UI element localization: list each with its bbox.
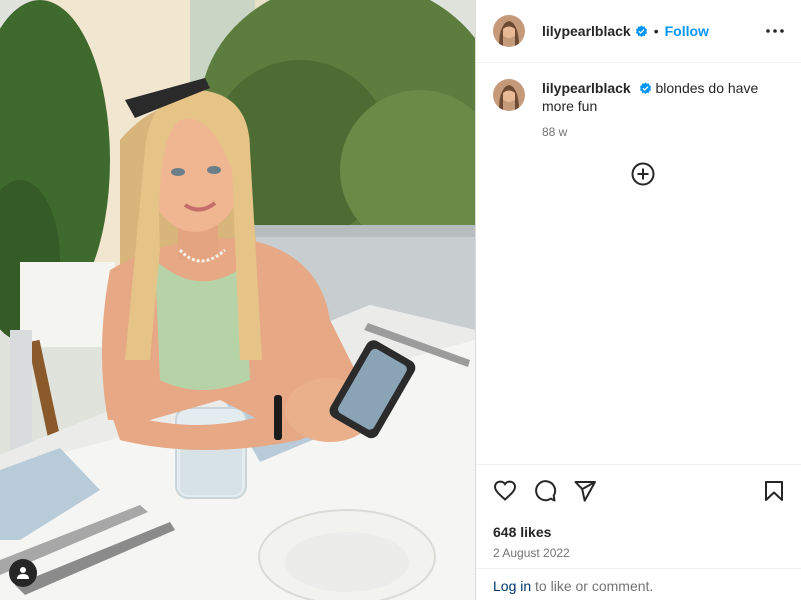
- plus-circle-icon[interactable]: [631, 162, 655, 186]
- caption-line: lilypearlblack blondes do have more fun: [542, 79, 772, 115]
- more-options-icon: [766, 29, 784, 33]
- more-options-button[interactable]: [763, 19, 787, 43]
- post-details-panel: lilypearlblack • Follow lilypearlblack b…: [475, 0, 801, 600]
- login-prompt: Log in to like or comment.: [476, 568, 801, 600]
- bookmark-icon[interactable]: [762, 479, 786, 503]
- verified-badge-icon: [639, 82, 651, 94]
- avatar-image: [493, 79, 525, 111]
- login-link[interactable]: Log in: [493, 578, 531, 594]
- caption-username[interactable]: lilypearlblack: [542, 80, 631, 96]
- avatar[interactable]: [493, 15, 525, 47]
- verified-badge-icon: [635, 24, 647, 37]
- post-actions: 648 likes 2 August 2022: [476, 464, 801, 560]
- login-suffix: to like or comment.: [531, 578, 654, 594]
- post-date: 2 August 2022: [493, 546, 570, 560]
- heart-icon[interactable]: [493, 479, 517, 503]
- post-image: [0, 0, 475, 600]
- user-tag-button[interactable]: [9, 559, 37, 587]
- send-icon[interactable]: [573, 479, 597, 503]
- action-icons: [493, 479, 786, 503]
- separator-dot: •: [653, 23, 659, 39]
- avatar-image: [493, 15, 525, 47]
- caption-avatar[interactable]: [493, 79, 525, 111]
- caption-body: lilypearlblack blondes do have more fun …: [542, 79, 772, 141]
- comment-icon[interactable]: [533, 479, 557, 503]
- follow-button[interactable]: Follow: [665, 23, 709, 39]
- caption-timestamp[interactable]: 88 w: [542, 123, 772, 141]
- post-photo[interactable]: [0, 0, 475, 600]
- post-header: lilypearlblack • Follow: [476, 0, 801, 63]
- likes-count[interactable]: 648 likes: [493, 524, 786, 540]
- user-tag-icon: [17, 567, 29, 579]
- username-link[interactable]: lilypearlblack: [542, 23, 631, 39]
- caption: lilypearlblack blondes do have more fun …: [476, 63, 801, 141]
